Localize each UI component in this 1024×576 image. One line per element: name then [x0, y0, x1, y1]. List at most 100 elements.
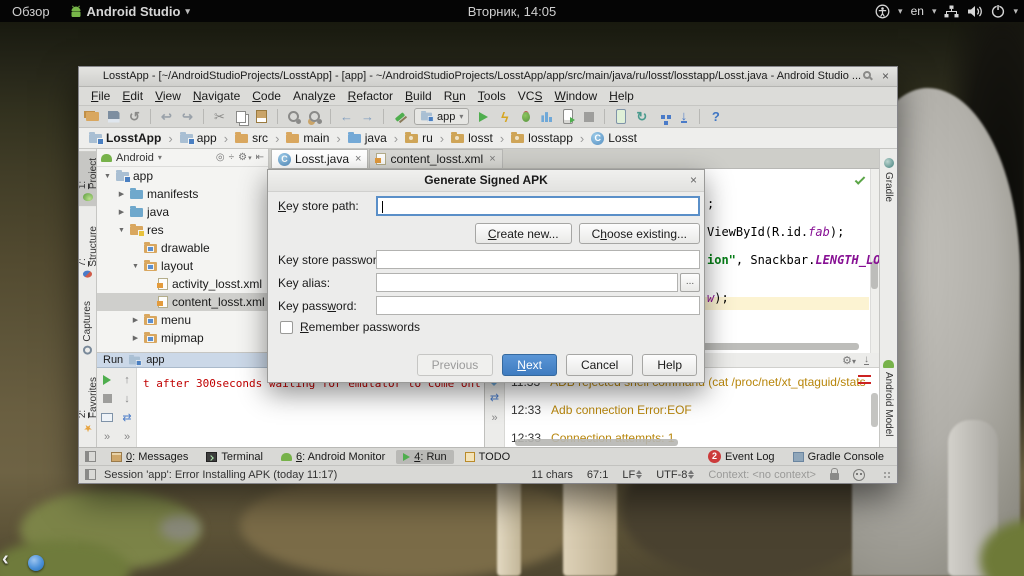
- tree-arrow-icon[interactable]: ▼: [131, 263, 140, 270]
- run-config-select[interactable]: app ▾: [414, 108, 470, 125]
- tool-tab-event-log[interactable]: 2 Event Log: [701, 449, 782, 464]
- toolbar-sync-icon[interactable]: [125, 108, 144, 126]
- tree-arrow-icon[interactable]: ▶: [117, 208, 126, 216]
- encoding[interactable]: UTF-8: [656, 469, 695, 481]
- create-new-button[interactable]: Create new...: [474, 223, 572, 244]
- rerun-icon[interactable]: [103, 374, 111, 385]
- menu-refactor[interactable]: Refactor: [342, 87, 399, 105]
- editor-tab-content_losst-xml[interactable]: content_losst.xml ×: [369, 149, 503, 168]
- toolbar-redo-icon[interactable]: [178, 108, 197, 126]
- menu-tools[interactable]: Tools: [472, 87, 512, 105]
- key-alias-field[interactable]: [376, 273, 678, 292]
- breadcrumb-item-losst[interactable]: Losst: [589, 131, 639, 145]
- tree-item-menu[interactable]: ▶ menu: [97, 311, 268, 329]
- accessibility-icon[interactable]: [875, 4, 890, 19]
- menu-analyze[interactable]: Analyze: [287, 87, 342, 105]
- breadcrumb-item-src[interactable]: src: [233, 131, 270, 145]
- toolbar-replace-icon[interactable]: [305, 108, 324, 126]
- power-icon[interactable]: [991, 4, 1005, 18]
- scrollbar-thumb[interactable]: [701, 343, 859, 350]
- tree-arrow-icon[interactable]: ▼: [103, 173, 112, 180]
- menu-window[interactable]: Window: [548, 87, 603, 105]
- browse-button[interactable]: ...: [680, 273, 700, 292]
- tree-item-layout[interactable]: ▼ layout: [97, 257, 268, 275]
- choose-existing-button[interactable]: Choose existing...: [578, 223, 700, 244]
- breadcrumb-item-losstapp[interactable]: LosstApp: [87, 131, 163, 145]
- tool-tab-android-model[interactable]: Android Model: [882, 355, 895, 441]
- toolbar-run-icon[interactable]: [474, 108, 493, 126]
- gear-icon[interactable]: ⚙▾: [842, 354, 856, 367]
- tree-arrow-icon[interactable]: ▶: [117, 190, 126, 198]
- project-view-select[interactable]: Android: [116, 152, 154, 164]
- tool-window-toggle-icon[interactable]: [85, 451, 96, 462]
- lock-icon[interactable]: [830, 468, 839, 480]
- breadcrumb-item-app[interactable]: app: [178, 131, 219, 145]
- tool-tab-gradle[interactable]: Gradle: [882, 153, 895, 207]
- tool-tab-todo[interactable]: TODO: [458, 450, 518, 464]
- search-icon[interactable]: [863, 71, 871, 79]
- toolbar-forward-icon[interactable]: [358, 108, 377, 126]
- dialog-close-button[interactable]: ×: [690, 170, 697, 191]
- next-button[interactable]: Next: [502, 354, 557, 376]
- menu-file[interactable]: File: [85, 87, 116, 105]
- tool-tab-terminal[interactable]: Terminal: [199, 450, 270, 464]
- toolbar-attach-icon[interactable]: [558, 108, 577, 126]
- dialog-title[interactable]: Generate Signed APK: [268, 170, 704, 192]
- line-separator[interactable]: LF: [622, 469, 643, 481]
- menu-view[interactable]: View: [149, 87, 187, 105]
- scrollbar-thumb[interactable]: [871, 393, 878, 427]
- tree-item-activity_losst-xml[interactable]: activity_losst.xml: [97, 275, 268, 293]
- toolbar-help-icon[interactable]: [706, 108, 725, 126]
- volume-icon[interactable]: [967, 5, 983, 18]
- tool-tab-0-messages[interactable]: 0: Messages: [104, 450, 195, 464]
- menu-edit[interactable]: Edit: [116, 87, 149, 105]
- breadcrumb-item-losstapp[interactable]: losstapp: [509, 131, 575, 145]
- toolbar-bug-icon[interactable]: [516, 108, 535, 126]
- tree-arrow-icon[interactable]: ▼: [117, 227, 126, 234]
- tool-tab-captures[interactable]: Captures: [81, 296, 94, 360]
- toolbar-gsync-icon[interactable]: [632, 108, 651, 126]
- help-button[interactable]: Help: [642, 354, 697, 376]
- toolbar-cut-icon[interactable]: [210, 108, 229, 126]
- menu-vcs[interactable]: VCS: [512, 87, 549, 105]
- toolbar-sdk-icon[interactable]: [674, 108, 693, 126]
- breadcrumb-item-main[interactable]: main: [284, 131, 331, 145]
- tree-arrow-icon[interactable]: ▶: [131, 334, 140, 342]
- more-icon[interactable]: »: [104, 431, 110, 443]
- breadcrumb-item-ru[interactable]: ru: [403, 131, 435, 145]
- remember-passwords-checkbox[interactable]: Remember passwords: [280, 320, 420, 334]
- up-stack-icon[interactable]: ↑: [124, 374, 130, 386]
- close-tab-icon[interactable]: ×: [353, 153, 361, 165]
- tool-tab-7-structure[interactable]: 7: Structure: [79, 219, 96, 283]
- toolbar-struct-icon[interactable]: [653, 108, 672, 126]
- breadcrumb-item-losst[interactable]: losst: [449, 131, 495, 145]
- window-title[interactable]: LosstApp - [~/AndroidStudioProjects/Loss…: [79, 67, 897, 87]
- tool-tab-2-favorites[interactable]: 2: Favorites: [79, 372, 96, 438]
- tool-tab-6-android-monitor[interactable]: 6: Android Monitor: [274, 450, 392, 464]
- hide-panel-icon[interactable]: ⇤: [256, 152, 264, 163]
- tree-item-java[interactable]: ▶ java: [97, 203, 268, 221]
- menu-help[interactable]: Help: [603, 87, 640, 105]
- down-stack-icon[interactable]: ↓: [124, 393, 130, 405]
- collapse-all-icon[interactable]: ÷: [229, 152, 235, 163]
- tool-window-toggle-icon[interactable]: [85, 469, 96, 480]
- toolbar-open-icon[interactable]: [83, 108, 102, 126]
- menu-run[interactable]: Run: [438, 87, 472, 105]
- menu-code[interactable]: Code: [246, 87, 287, 105]
- close-tab-icon[interactable]: ×: [487, 153, 495, 165]
- more-icon[interactable]: »: [491, 412, 497, 424]
- app-menu[interactable]: Android Studio ▾: [62, 4, 198, 19]
- tree-item-manifests[interactable]: ▶ manifests: [97, 185, 268, 203]
- dock-app-icon[interactable]: [28, 555, 44, 571]
- network-icon[interactable]: [944, 5, 959, 18]
- toolbar-undo-icon[interactable]: [157, 108, 176, 126]
- caret-position[interactable]: 67:1: [587, 469, 608, 481]
- toolbar-stop-icon[interactable]: [579, 108, 598, 126]
- activities-button[interactable]: Обзор: [0, 4, 62, 19]
- toolbar-save-icon[interactable]: [104, 108, 123, 126]
- cancel-button[interactable]: Cancel: [565, 354, 634, 376]
- window-close-button[interactable]: ×: [879, 67, 892, 86]
- tree-item-mipmap[interactable]: ▶ mipmap: [97, 329, 268, 347]
- toolbar-back-icon[interactable]: [337, 108, 356, 126]
- toolbar-find-icon[interactable]: [284, 108, 303, 126]
